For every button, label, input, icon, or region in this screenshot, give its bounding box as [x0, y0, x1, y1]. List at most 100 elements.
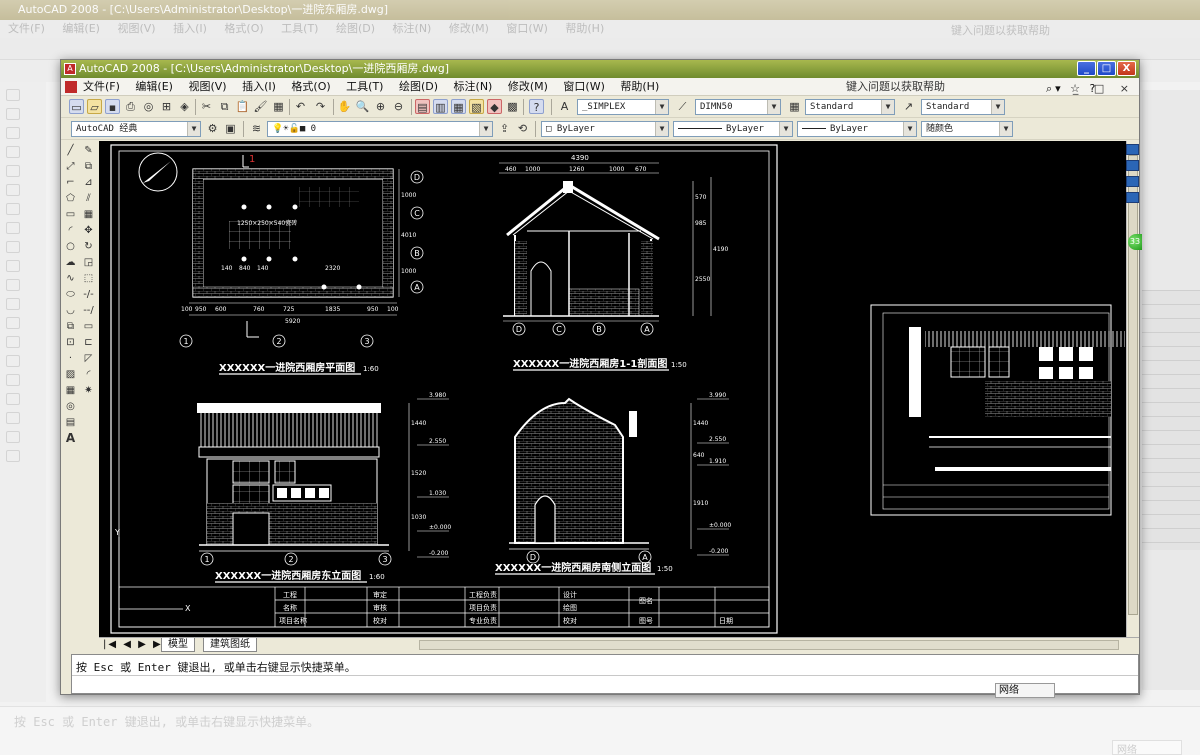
sheet-set-icon[interactable]: ▧	[469, 99, 484, 114]
right-palette-tool-icon[interactable]	[1126, 160, 1139, 171]
plot-preview-icon[interactable]: ◎	[141, 99, 156, 114]
trim-icon[interactable]: -/-	[82, 288, 95, 301]
design-center-icon[interactable]: ▥	[433, 99, 448, 114]
tool-palettes-icon[interactable]: ▦	[451, 99, 466, 114]
circle-icon[interactable]: ○	[64, 240, 77, 253]
linetype-select[interactable]: ByLayer ▼	[673, 121, 793, 137]
menu-dimension[interactable]: 标注(N)	[454, 80, 493, 93]
make-block-icon[interactable]: ⊡	[64, 336, 77, 349]
move-icon[interactable]: ✥	[82, 224, 95, 237]
extend-icon[interactable]: --/	[82, 304, 95, 317]
menu-help[interactable]: 帮助(H)	[620, 80, 659, 93]
tab-model[interactable]: 模型	[161, 638, 195, 652]
markup-icon[interactable]: ◆	[487, 99, 502, 114]
construction-line-icon[interactable]: ⤢	[64, 160, 77, 173]
region-icon[interactable]: ◎	[64, 400, 77, 413]
mirror-icon[interactable]: ⊿	[82, 176, 95, 189]
make-object-layer-current-icon[interactable]: ⇪	[497, 121, 512, 136]
maximize-button[interactable]: □	[1097, 61, 1116, 76]
zoom-window-icon[interactable]: ⊕	[373, 99, 388, 114]
horizontal-scrollbar[interactable]	[419, 640, 1119, 650]
zoom-realtime-icon[interactable]: 🔍	[355, 99, 370, 114]
copy-icon[interactable]: ⧉	[217, 99, 232, 114]
minimize-button[interactable]: _	[1077, 61, 1096, 76]
rectangle-icon[interactable]: ▭	[64, 208, 77, 221]
ime-status-icon[interactable]: 33	[1128, 234, 1142, 250]
title-bar[interactable]: A AutoCAD 2008 - [C:\Users\Administrator…	[61, 60, 1139, 78]
command-line[interactable]: 按 Esc 或 Enter 键退出, 或单击右键显示快捷菜单。	[71, 654, 1139, 694]
polyline-icon[interactable]: ⌐	[64, 176, 77, 189]
calculator-icon[interactable]: ▩	[505, 99, 520, 114]
table-style-select[interactable]: Standard ▼	[805, 99, 895, 115]
properties-icon[interactable]: ▤	[415, 99, 430, 114]
explode-icon[interactable]: ✷	[82, 384, 95, 397]
tab-navigation-arrows[interactable]: |◀ ◀ ▶ ▶|	[103, 638, 168, 651]
table-style-icon[interactable]: ▦	[787, 99, 802, 114]
erase-icon[interactable]: ✎	[82, 144, 95, 157]
redo-icon[interactable]: ↷	[313, 99, 328, 114]
new-file-icon[interactable]: ▭	[69, 99, 84, 114]
drawing-canvas[interactable]: 1 1250×250×540瓷砖 140 840 140 2320 100 95…	[99, 141, 1126, 637]
multileader-style-select[interactable]: Standard ▼	[921, 99, 1005, 115]
multiline-text-icon[interactable]: A	[64, 432, 77, 445]
close-button[interactable]: X	[1117, 61, 1136, 76]
3d-dwf-icon[interactable]: ◈	[177, 99, 192, 114]
scale-icon[interactable]: ◲	[82, 256, 95, 269]
workspace-settings-icon[interactable]: ⚙	[205, 121, 220, 136]
join-icon[interactable]: ⊏	[82, 336, 95, 349]
text-style-select[interactable]: _SIMPLEX ▼	[577, 99, 669, 115]
gradient-icon[interactable]: ▦	[64, 384, 77, 397]
arc-icon[interactable]: ◜	[64, 224, 77, 237]
menu-window[interactable]: 窗口(W)	[563, 80, 604, 93]
copy-object-icon[interactable]: ⧉	[82, 160, 95, 173]
spline-icon[interactable]: ∿	[64, 272, 77, 285]
vertical-scrollbar[interactable]	[1126, 141, 1139, 637]
undo-icon[interactable]: ↶	[293, 99, 308, 114]
help-search-box[interactable]: 键入问题以获取帮助	[846, 78, 945, 96]
menu-edit[interactable]: 编辑(E)	[135, 80, 173, 93]
layer-previous-icon[interactable]: ⟲	[515, 121, 530, 136]
table-icon[interactable]: ▤	[64, 416, 77, 429]
break-icon[interactable]: ▭	[82, 320, 95, 333]
menu-file[interactable]: 文件(F)	[83, 80, 120, 93]
layer-manager-icon[interactable]: ≋	[249, 121, 264, 136]
paste-icon[interactable]: 📋	[235, 99, 250, 114]
menu-tools[interactable]: 工具(T)	[346, 80, 383, 93]
polygon-icon[interactable]: ⬠	[64, 192, 77, 205]
color-select[interactable]: □ ByLayer ▼	[541, 121, 669, 137]
ellipse-arc-icon[interactable]: ◡	[64, 304, 77, 317]
open-file-icon[interactable]: ▱	[87, 99, 102, 114]
right-palette-tool-icon[interactable]	[1126, 192, 1139, 203]
lineweight-select[interactable]: ByLayer ▼	[797, 121, 917, 137]
layer-select[interactable]: 💡☀🔓■ 0 ▼	[267, 121, 493, 137]
workspace-select[interactable]: AutoCAD 经典 ▼	[71, 121, 201, 137]
stretch-icon[interactable]: ⬚	[82, 272, 95, 285]
menu-draw[interactable]: 绘图(D)	[399, 80, 438, 93]
menu-format[interactable]: 格式(O)	[291, 80, 330, 93]
ellipse-icon[interactable]: ⬭	[64, 288, 77, 301]
cut-icon[interactable]: ✂	[199, 99, 214, 114]
publish-icon[interactable]: ⊞	[159, 99, 174, 114]
point-icon[interactable]: ·	[64, 352, 77, 365]
save-icon[interactable]: ▪	[105, 99, 120, 114]
match-properties-icon[interactable]: 🖌	[253, 99, 268, 114]
dim-style-icon[interactable]: ⟋	[675, 99, 690, 114]
fillet-icon[interactable]: ◜	[82, 368, 95, 381]
offset-icon[interactable]: ⫽	[82, 192, 95, 205]
line-icon[interactable]: ╱	[64, 144, 77, 157]
rotate-icon[interactable]: ↻	[82, 240, 95, 253]
insert-block-icon[interactable]: ⧉	[64, 320, 77, 333]
pan-icon[interactable]: ✋	[337, 99, 352, 114]
array-icon[interactable]: ▦	[82, 208, 95, 221]
multileader-style-icon[interactable]: ↗	[901, 99, 916, 114]
right-palette-tool-icon[interactable]	[1126, 144, 1139, 155]
vertical-scroll-thumb[interactable]	[1128, 155, 1138, 615]
chamfer-icon[interactable]: ◸	[82, 352, 95, 365]
text-style-icon[interactable]: A	[557, 99, 572, 114]
right-palette-tool-icon[interactable]	[1126, 176, 1139, 187]
revision-cloud-icon[interactable]: ☁	[64, 256, 77, 269]
help-icon[interactable]: ?	[529, 99, 544, 114]
plot-style-select[interactable]: 随颜色 ▼	[921, 121, 1013, 137]
tab-architectural-drawing[interactable]: 建筑图纸	[203, 638, 257, 652]
menu-insert[interactable]: 插入(I)	[242, 80, 276, 93]
